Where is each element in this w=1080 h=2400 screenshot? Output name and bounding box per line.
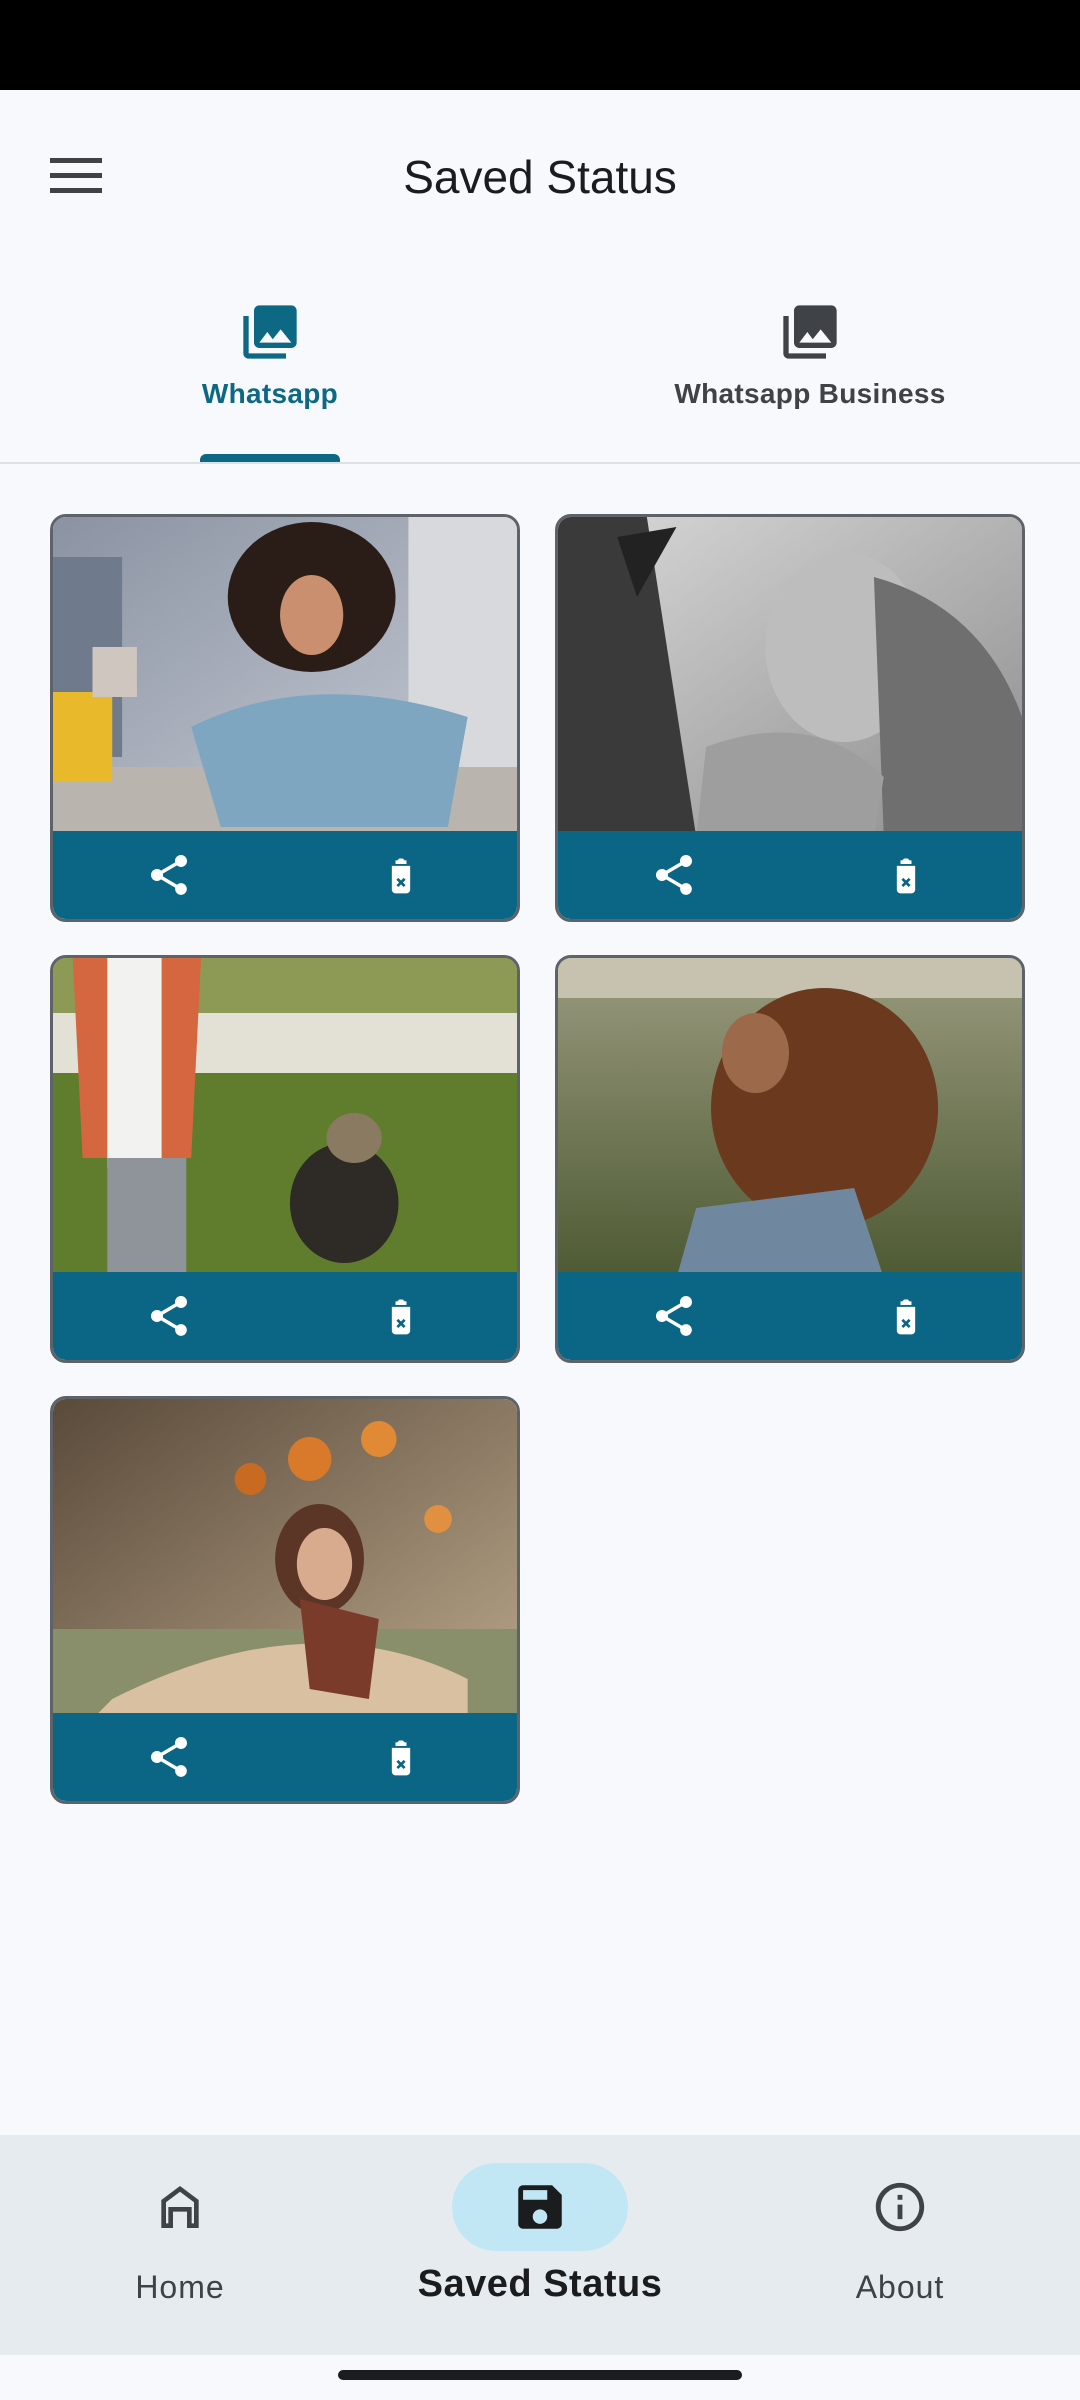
card-actions [53, 1272, 517, 1360]
tab-label: Whatsapp Business [674, 378, 946, 409]
delete-button[interactable] [285, 831, 517, 919]
delete-icon [896, 858, 916, 894]
app-bar: Saved Status [0, 90, 1080, 270]
share-icon [151, 855, 187, 895]
status-card[interactable] [50, 1396, 520, 1804]
delete-button[interactable] [790, 1272, 1022, 1360]
card-actions [558, 1272, 1022, 1360]
nav-item-home[interactable]: Home [0, 2135, 360, 2355]
delete-icon [391, 1740, 411, 1776]
delete-icon [391, 1299, 411, 1335]
tab-indicator [200, 454, 340, 462]
status-card[interactable] [555, 514, 1025, 922]
nav-pill-selected [452, 2163, 628, 2251]
share-icon [656, 1296, 692, 1336]
status-card[interactable] [50, 955, 520, 1363]
home-icon [161, 2186, 199, 2228]
share-icon [151, 1737, 187, 1777]
info-icon [875, 2182, 925, 2232]
nav-item-about[interactable]: About [720, 2135, 1080, 2355]
delete-icon [391, 858, 411, 894]
nav-label: Saved Status [417, 2263, 663, 2305]
tab-bar: Whatsapp Whatsapp Business [0, 270, 1080, 464]
tab-label: Whatsapp [201, 378, 339, 409]
card-actions [53, 1713, 517, 1801]
status-photo[interactable] [53, 958, 517, 1278]
gesture-home-indicator[interactable] [338, 2370, 742, 2380]
delete-icon [896, 1299, 916, 1335]
share-button[interactable] [558, 831, 790, 919]
status-photo[interactable] [53, 517, 517, 837]
share-button[interactable] [53, 1713, 285, 1801]
bottom-navigation: Home Saved Status About [0, 2135, 1080, 2355]
share-button[interactable] [53, 1272, 285, 1360]
page-title: Saved Status [403, 151, 677, 203]
tab-whatsapp[interactable]: Whatsapp [0, 270, 540, 462]
share-button[interactable] [53, 831, 285, 919]
nav-label: About [855, 2269, 945, 2305]
status-card[interactable] [50, 514, 520, 922]
delete-button[interactable] [285, 1272, 517, 1360]
tab-whatsapp-business[interactable]: Whatsapp Business [540, 270, 1080, 462]
status-photo[interactable] [53, 1399, 517, 1719]
delete-button[interactable] [790, 831, 1022, 919]
nav-item-saved-status[interactable]: Saved Status [360, 2135, 720, 2355]
share-icon [151, 1296, 187, 1336]
card-actions [53, 831, 517, 919]
delete-button[interactable] [285, 1713, 517, 1801]
status-photo[interactable] [558, 517, 1022, 837]
photo-library-icon [783, 305, 837, 359]
nav-pill [812, 2163, 988, 2251]
nav-label: Home [135, 2269, 225, 2305]
nav-pill [92, 2163, 268, 2251]
share-icon [656, 855, 692, 895]
status-photo[interactable] [558, 958, 1022, 1278]
save-icon [518, 2185, 562, 2229]
status-bar [0, 0, 1080, 90]
status-card[interactable] [555, 955, 1025, 1363]
card-actions [558, 831, 1022, 919]
share-button[interactable] [558, 1272, 790, 1360]
photo-library-icon [243, 305, 297, 359]
